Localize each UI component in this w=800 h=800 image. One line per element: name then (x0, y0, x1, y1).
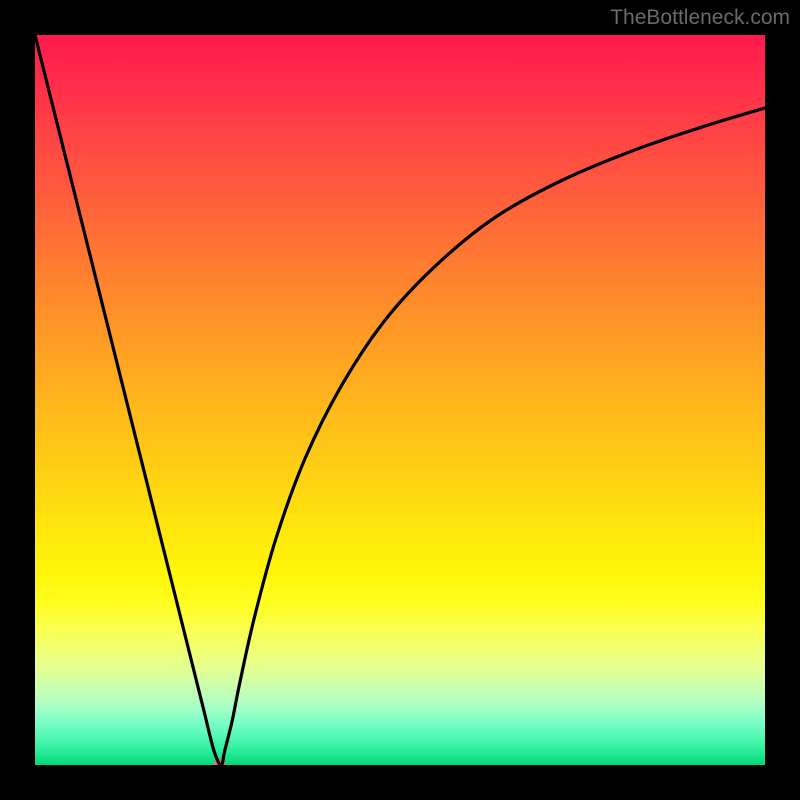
line-layer (35, 35, 765, 765)
plot-area (35, 35, 765, 765)
bottleneck-curve (35, 35, 765, 765)
watermark-text: TheBottleneck.com (610, 6, 790, 30)
chart-container: TheBottleneck.com (0, 0, 800, 800)
curve-layer (35, 35, 765, 765)
